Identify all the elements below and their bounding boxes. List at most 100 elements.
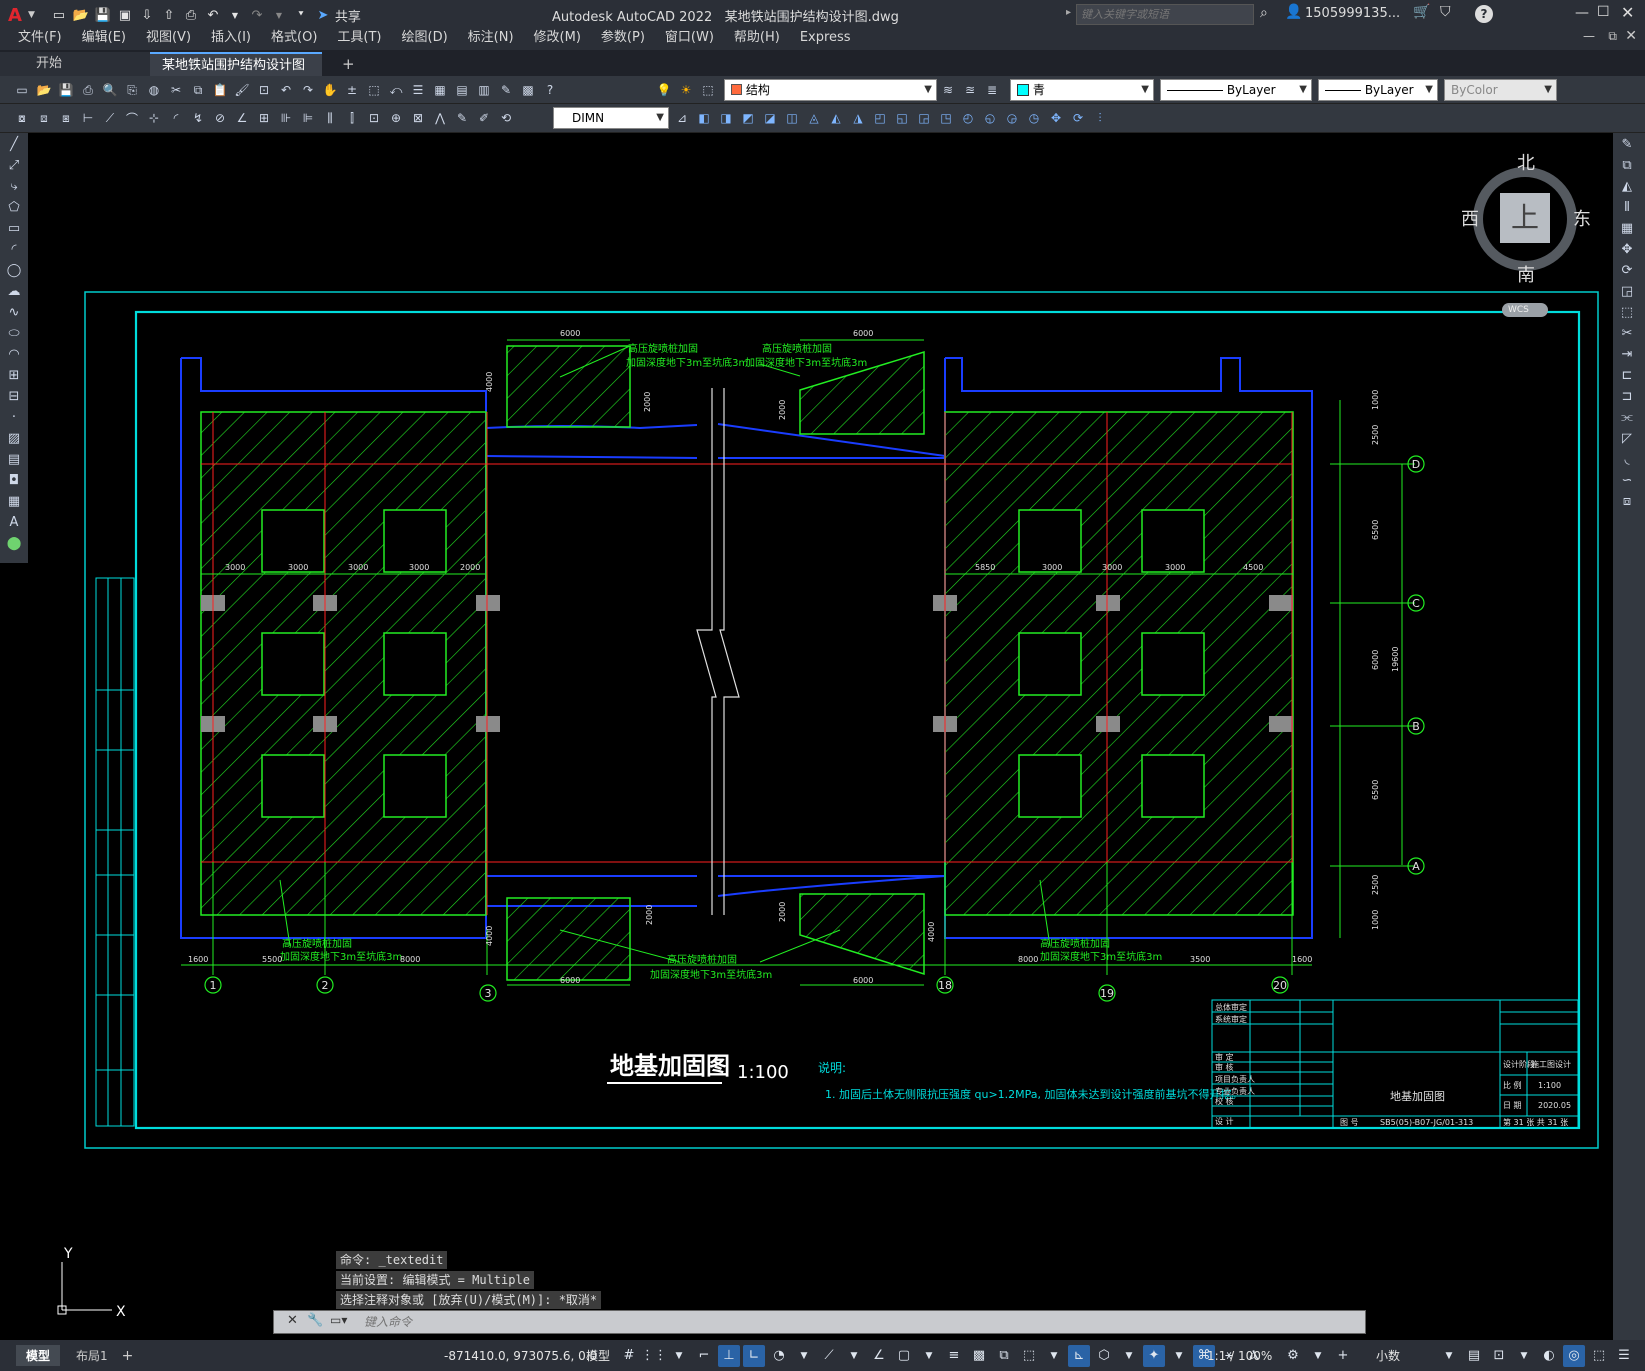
osnap-dropdown-icon[interactable]: ▼ — [918, 1345, 940, 1367]
print-icon[interactable]: ⎙ — [78, 80, 98, 100]
3d-presspull-icon[interactable]: ◶ — [1002, 108, 1022, 128]
linetype-dropdown[interactable]: ByLayer ▼ — [1160, 79, 1312, 101]
command-close-icon[interactable]: ✕ — [287, 1313, 298, 1328]
model-space-button[interactable]: 模型 — [582, 1345, 614, 1367]
color-dropdown[interactable]: 青 ▼ — [1010, 79, 1154, 101]
tab-layout1[interactable]: 布局1 — [66, 1345, 118, 1366]
menu-insert[interactable]: 插入(I) — [203, 27, 259, 49]
new-icon[interactable]: ▭ — [49, 5, 69, 25]
quick-properties-icon[interactable]: ▤ — [1463, 1345, 1485, 1367]
dimstyle-dropdown[interactable]: DIMN ▼ — [553, 107, 669, 129]
app-logo[interactable]: A — [8, 5, 26, 26]
match-prop-icon[interactable]: 🖌 — [232, 80, 252, 100]
blend-icon[interactable]: ∽ — [1615, 470, 1639, 490]
dim-break-icon[interactable]: ⫿ — [342, 108, 362, 128]
3d-slice-icon[interactable]: ◷ — [1024, 108, 1044, 128]
drawing-canvas[interactable]: 高压旋喷桩加固加固深度地下3m至坑底3m 高压旋喷桩加固加固深度地下3m至坑底3… — [28, 133, 1613, 1340]
dim-space-icon[interactable]: ⫼ — [320, 108, 340, 128]
scale-icon[interactable]: ◲ — [1615, 281, 1639, 301]
3d-rotate-icon[interactable]: ⟳ — [1068, 108, 1088, 128]
open-icon[interactable]: 📂 — [71, 5, 91, 25]
compass-west[interactable]: 西 — [1461, 205, 1479, 231]
tolerance-icon[interactable]: ⊡ — [364, 108, 384, 128]
isolate-objects-icon[interactable]: ◐ — [1538, 1345, 1560, 1367]
redo-icon[interactable]: ↷ — [247, 5, 267, 25]
viewcube-face-top[interactable]: 上 — [1500, 193, 1550, 243]
add-layout-button[interactable]: + — [122, 1348, 134, 1364]
polygon-icon[interactable]: ⬠ — [2, 197, 26, 217]
annotation-monitor-icon[interactable]: + — [1332, 1345, 1354, 1367]
3d-torus-icon[interactable]: ◬ — [804, 108, 824, 128]
clean-screen-icon[interactable]: ⬚ — [1588, 1345, 1610, 1367]
dim-continue-icon[interactable]: ⊫ — [298, 108, 318, 128]
polar-icon[interactable]: ◔ — [768, 1345, 790, 1367]
add-selected-icon[interactable]: ⬤ — [2, 533, 26, 553]
customization-icon[interactable]: ☰ — [1613, 1345, 1635, 1367]
save-as-icon[interactable]: ▣ — [115, 5, 135, 25]
plotstyle-dropdown[interactable]: ByColor ▼ — [1444, 79, 1557, 101]
isodraft-dropdown-icon[interactable]: ▼ — [843, 1345, 865, 1367]
new-tab-icon[interactable]: + — [330, 52, 367, 76]
inspect-icon[interactable]: ⊠ — [408, 108, 428, 128]
table-icon[interactable]: ▦ — [2, 491, 26, 511]
graphics-performance-icon[interactable]: ◎ — [1563, 1344, 1585, 1367]
tab-start[interactable]: 开始 — [0, 52, 150, 76]
dim-diameter-icon[interactable]: ⊘ — [210, 108, 230, 128]
help-tb-icon[interactable]: ? — [540, 80, 560, 100]
doc-minimize-icon[interactable]: — — [1583, 29, 1595, 43]
menu-draw[interactable]: 绘图(D) — [394, 27, 456, 49]
polar-dropdown-icon[interactable]: ▼ — [793, 1345, 815, 1367]
quickcalc-icon[interactable]: ▩ — [518, 80, 538, 100]
rotate-icon[interactable]: ⟳ — [1615, 260, 1639, 280]
lineweight-dropdown[interactable]: ByLayer ▼ — [1318, 79, 1438, 101]
freeze-icon[interactable]: ⬚ — [698, 80, 718, 100]
revcloud-icon[interactable]: ☁ — [2, 281, 26, 301]
isodraft-icon[interactable]: ⟋ — [818, 1345, 840, 1367]
dim-aligned-icon[interactable]: ⟋ — [100, 108, 120, 128]
dim-edit-icon[interactable]: ✎ — [452, 108, 472, 128]
3d-cone-icon[interactable]: ◩ — [738, 108, 758, 128]
dim-update-icon[interactable]: ⟲ — [496, 108, 516, 128]
3d-align-icon[interactable]: ⫶ — [1090, 108, 1110, 128]
3d-sweep-icon[interactable]: ◱ — [892, 108, 912, 128]
copy-object-icon[interactable]: ⧉ — [1615, 155, 1639, 175]
units-dropdown[interactable]: 小数 — [1372, 1345, 1404, 1367]
dim-ordinate-icon[interactable]: ⊹ — [144, 108, 164, 128]
line-icon[interactable]: ╱ — [2, 134, 26, 154]
trim-icon[interactable]: ✂ — [1615, 323, 1639, 343]
cut-icon[interactable]: ✂ — [166, 80, 186, 100]
doc-close-icon[interactable]: ✕ — [1625, 28, 1637, 44]
help-icon[interactable]: ? — [1475, 5, 1493, 23]
menu-format[interactable]: 格式(O) — [263, 27, 325, 49]
undo-tb-icon[interactable]: ↶ — [276, 80, 296, 100]
dynamic-ucs-icon[interactable]: ⊾ — [1068, 1344, 1090, 1367]
explode-icon[interactable]: ⧈ — [1615, 491, 1639, 511]
polyline-icon[interactable]: ⤷ — [2, 176, 26, 196]
autodesk-account-icon[interactable]: ⛉ — [1440, 4, 1451, 20]
point-icon[interactable]: · — [2, 407, 26, 427]
save-file-icon[interactable]: 💾 — [56, 80, 76, 100]
layer-icon-b[interactable]: ⧈ — [34, 108, 54, 128]
redo-tb-icon[interactable]: ↷ — [298, 80, 318, 100]
make-block-icon[interactable]: ⊟ — [2, 386, 26, 406]
3d-union-icon[interactable]: ◳ — [936, 108, 956, 128]
center-mark-icon[interactable]: ⊕ — [386, 108, 406, 128]
user-account[interactable]: 1505999135... — [1305, 6, 1400, 21]
dimstyle-manager-icon[interactable]: ⊿ — [672, 108, 692, 128]
layer-states-icon[interactable]: ≣ — [982, 80, 1002, 100]
dim-text-edit-icon[interactable]: ✐ — [474, 108, 494, 128]
otrack-icon[interactable]: ∠ — [868, 1345, 890, 1367]
transparency-icon[interactable]: ▩ — [968, 1345, 990, 1367]
menu-view[interactable]: 视图(V) — [138, 27, 199, 49]
menu-dimension[interactable]: 标注(N) — [460, 27, 522, 49]
ortho-icon[interactable]: ∟ — [743, 1344, 765, 1367]
lock-ui-dropdown-icon[interactable]: ▼ — [1513, 1345, 1535, 1367]
tab-model[interactable]: 模型 — [16, 1345, 61, 1366]
extend-icon[interactable]: ⇥ — [1615, 344, 1639, 364]
sheet-set-icon[interactable]: ▥ — [474, 80, 494, 100]
quick-dim-icon[interactable]: ⊞ — [254, 108, 274, 128]
dim-linear-icon[interactable]: ⊢ — [78, 108, 98, 128]
open-web-icon[interactable]: ⇩ — [137, 5, 157, 25]
zoom-realtime-icon[interactable]: ± — [342, 80, 362, 100]
3d-sphere-icon[interactable]: ◪ — [760, 108, 780, 128]
